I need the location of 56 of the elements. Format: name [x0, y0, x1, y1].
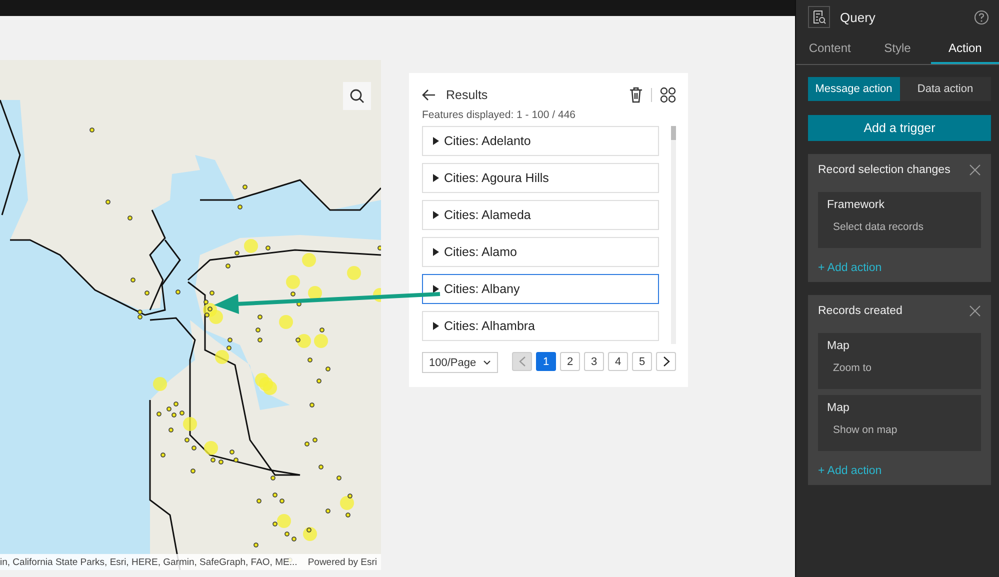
expand-caret-icon [433, 137, 439, 145]
action-name: Show on map [832, 424, 898, 436]
search-button[interactable] [343, 82, 371, 110]
trash-icon[interactable] [629, 87, 643, 103]
panel-tab[interactable]: Content [796, 34, 864, 64]
close-icon[interactable] [969, 164, 981, 176]
action-target: Map [827, 402, 850, 414]
add-trigger-button[interactable]: Add a trigger [808, 115, 991, 141]
help-icon[interactable] [974, 10, 989, 24]
map-attribution: in, California State Parks, Esri, HERE, Garmin, SafeGraph, FAO, ME... [0, 556, 298, 568]
add-action-link[interactable]: + Add action [818, 262, 981, 274]
page-button[interactable]: 5 [632, 352, 652, 371]
expand-caret-icon [433, 248, 439, 256]
page-button[interactable]: 1 [536, 352, 556, 371]
page-button[interactable]: 4 [608, 352, 628, 371]
action-name: Select data records [832, 221, 924, 233]
page-size-dropdown[interactable]: 100/Page [422, 352, 498, 373]
result-item[interactable]: Cities: Albany [422, 274, 660, 304]
scrollbar[interactable] [671, 126, 676, 344]
action-name: Zoom to [832, 362, 873, 374]
result-item[interactable]: Cities: Agoura Hills [422, 163, 660, 193]
next-page-button[interactable] [656, 352, 676, 371]
powered-by-link[interactable]: Powered by Esri [308, 556, 377, 568]
expand-caret-icon [433, 322, 439, 330]
chevron-left-icon [518, 356, 526, 367]
search-icon [349, 88, 365, 104]
caret-icon [483, 360, 492, 365]
result-item[interactable]: Cities: Alameda [422, 200, 660, 230]
trigger-title: Records created [818, 305, 902, 317]
results-title: Results [446, 88, 489, 102]
result-item[interactable]: Cities: Alamo [422, 237, 660, 267]
close-icon[interactable] [969, 305, 981, 317]
action-type-tab[interactable]: Data action [900, 77, 991, 101]
expand-caret-icon [433, 211, 439, 219]
expand-caret-icon [433, 285, 439, 293]
action-type-tab[interactable]: Message action [808, 77, 900, 101]
action-target: Framework [827, 199, 886, 211]
expand-caret-icon [433, 174, 439, 182]
grid-icon[interactable] [660, 87, 676, 103]
page-button[interactable]: 2 [560, 352, 580, 371]
result-item[interactable]: Cities: Alhambra [422, 311, 660, 341]
chevron-right-icon [662, 356, 670, 367]
action-item[interactable]: Framework Select data records [818, 192, 981, 248]
panel-tab[interactable]: Style [864, 34, 932, 64]
panel-tab[interactable]: Action [931, 34, 999, 64]
panel-title: Query [840, 10, 876, 24]
result-item[interactable]: Cities: Adelanto [422, 126, 660, 156]
features-count: Features displayed: 1 - 100 / 446 [422, 109, 577, 121]
trigger-title: Record selection changes [818, 164, 950, 176]
action-item[interactable]: Map Show on map [818, 395, 981, 451]
back-arrow-icon[interactable] [422, 89, 436, 101]
add-action-link[interactable]: + Add action [818, 465, 981, 477]
page-button[interactable]: 3 [584, 352, 604, 371]
query-widget-icon [808, 6, 830, 28]
action-item[interactable]: Map Zoom to [818, 333, 981, 389]
action-target: Map [827, 340, 850, 352]
